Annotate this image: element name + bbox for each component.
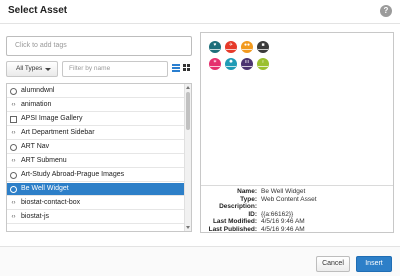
people-icon: ●● xyxy=(243,42,251,48)
detail-value: Be Well Widget xyxy=(261,188,306,195)
thumbnail-caption xyxy=(210,49,220,50)
dialog-footer: Cancel Insert xyxy=(0,246,400,276)
plane-icon: ✈ xyxy=(228,42,234,48)
detail-key: ID: xyxy=(248,210,257,218)
list-item[interactable]: ‹› biostat-contact-box xyxy=(7,197,185,210)
detail-value: Web Content Asset xyxy=(261,195,317,203)
list-view-icon[interactable] xyxy=(172,64,180,72)
thumbnail-caption xyxy=(226,49,236,50)
thumbnail-star-icon[interactable]: ✶ xyxy=(209,58,221,70)
list-item-label: biostat-js xyxy=(21,213,50,220)
list-item[interactable]: APSI Image Gallery xyxy=(7,113,185,126)
thumbnail-people-icon[interactable]: ●● xyxy=(241,41,253,53)
thumbnail-briefcase-icon[interactable]: ■ xyxy=(257,41,269,53)
code-icon: ‹› xyxy=(11,200,16,206)
gear-icon: ✹ xyxy=(228,59,234,65)
list-scrollbar[interactable] xyxy=(184,84,191,231)
code-icon: ‹› xyxy=(11,214,16,220)
list-item[interactable]: ‹› ART Submenu xyxy=(7,155,185,168)
thumbnail-caption xyxy=(258,66,268,67)
bulb-icon: ♀ xyxy=(261,59,265,65)
scroll-down-icon[interactable] xyxy=(186,226,190,229)
thumbnail-bulb-icon[interactable]: ♀ xyxy=(257,58,269,70)
scroll-up-icon[interactable] xyxy=(186,86,190,89)
detail-key: Name: xyxy=(237,188,257,195)
code-icon: ‹› xyxy=(11,158,16,164)
list-item-label: ART Submenu xyxy=(21,157,67,164)
select-asset-dialog: Select Asset ? Click to add tags All Typ… xyxy=(0,0,400,276)
thumbnail-grid: ♥ ✈ ●● ■ ✶ ✹ ııı ♀ xyxy=(201,33,393,186)
group-icon: ııı xyxy=(244,59,250,65)
list-item-label: alumndwnl xyxy=(21,87,55,94)
asset-list: ‹› biostat-js ‹› biostat-contact-box Be Well… xyxy=(6,83,192,232)
grid-view-icon[interactable] xyxy=(183,64,191,72)
detail-key: Type: xyxy=(240,195,257,203)
thumbnail-gear-icon[interactable]: ✹ xyxy=(225,58,237,70)
list-item[interactable]: alumndwnl xyxy=(7,85,185,98)
briefcase-icon: ■ xyxy=(261,42,265,48)
code-icon: ‹› xyxy=(11,102,16,108)
list-item-label: biostat-contact-box xyxy=(21,199,81,206)
list-item-label: Be Well Widget xyxy=(21,185,69,192)
types-dropdown-label: All Types xyxy=(16,65,43,72)
detail-row: Last Published: 4/5/16 9:46 AM xyxy=(201,226,393,234)
thumbnail-caption xyxy=(242,66,252,67)
dialog-header: Select Asset ? xyxy=(0,0,400,24)
thumbnail-caption xyxy=(210,66,220,67)
cancel-button[interactable]: Cancel xyxy=(316,256,350,272)
globe-icon xyxy=(10,172,17,179)
list-item[interactable]: ART Nav xyxy=(7,141,185,154)
thumbnail-caption xyxy=(226,66,236,67)
list-item-label: Art Department Sidebar xyxy=(21,129,95,136)
star-icon: ✶ xyxy=(212,59,218,65)
list-item-label: ART Nav xyxy=(21,143,50,150)
globe-icon xyxy=(10,88,17,95)
thumbnail-caption xyxy=(242,49,252,50)
scrollbar-thumb[interactable] xyxy=(186,92,190,130)
chevron-down-icon xyxy=(45,68,51,71)
thumbnail-group-icon[interactable]: ııı xyxy=(241,58,253,70)
detail-key: Last Published: xyxy=(208,226,257,233)
types-dropdown[interactable]: All Types xyxy=(6,61,58,77)
dialog-title: Select Asset xyxy=(8,5,68,16)
globe-icon xyxy=(10,186,17,193)
list-item-label: APSI Image Gallery xyxy=(21,115,83,122)
list-item[interactable]: Art-Study Abroad-Prague Images xyxy=(7,169,185,182)
code-icon: ‹› xyxy=(11,130,16,136)
image-icon xyxy=(10,116,17,123)
filter-by-name-input[interactable]: Filter by name xyxy=(62,61,168,77)
asset-preview-panel: ♥ ✈ ●● ■ ✶ ✹ ııı ♀ Name: Be Well Widget Type: Web … xyxy=(200,32,394,233)
asset-browser: Click to add tags All Types Filter by na… xyxy=(6,36,192,232)
list-item[interactable]: ‹› Art Department Sidebar xyxy=(7,127,185,140)
detail-value: 4/5/16 9:46 AM xyxy=(261,226,305,233)
tags-input[interactable]: Click to add tags xyxy=(6,36,192,56)
list-item[interactable]: ‹› biostat-js xyxy=(7,211,185,224)
list-item-label: animation xyxy=(21,101,52,108)
list-item-label: Art-Study Abroad-Prague Images xyxy=(21,171,125,178)
heart-icon: ♥ xyxy=(213,42,217,48)
thumbnail-caption xyxy=(258,49,268,50)
thumbnail-heart-icon[interactable]: ♥ xyxy=(209,41,221,53)
detail-key: Last Modified: xyxy=(212,218,257,226)
insert-button[interactable]: Insert xyxy=(356,256,392,272)
detail-value: {{a:66162}} xyxy=(261,210,294,218)
list-item[interactable]: ‹› animation xyxy=(7,99,185,112)
detail-value: 4/5/16 9:46 AM xyxy=(261,218,305,226)
globe-icon xyxy=(10,144,17,151)
detail-key: Description: xyxy=(219,203,257,211)
question-circle-icon[interactable]: ? xyxy=(380,5,392,17)
list-item[interactable]: Be Well Widget xyxy=(7,183,185,196)
thumbnail-plane-icon[interactable]: ✈ xyxy=(225,41,237,53)
filter-toolbar: All Types Filter by name xyxy=(6,61,192,77)
